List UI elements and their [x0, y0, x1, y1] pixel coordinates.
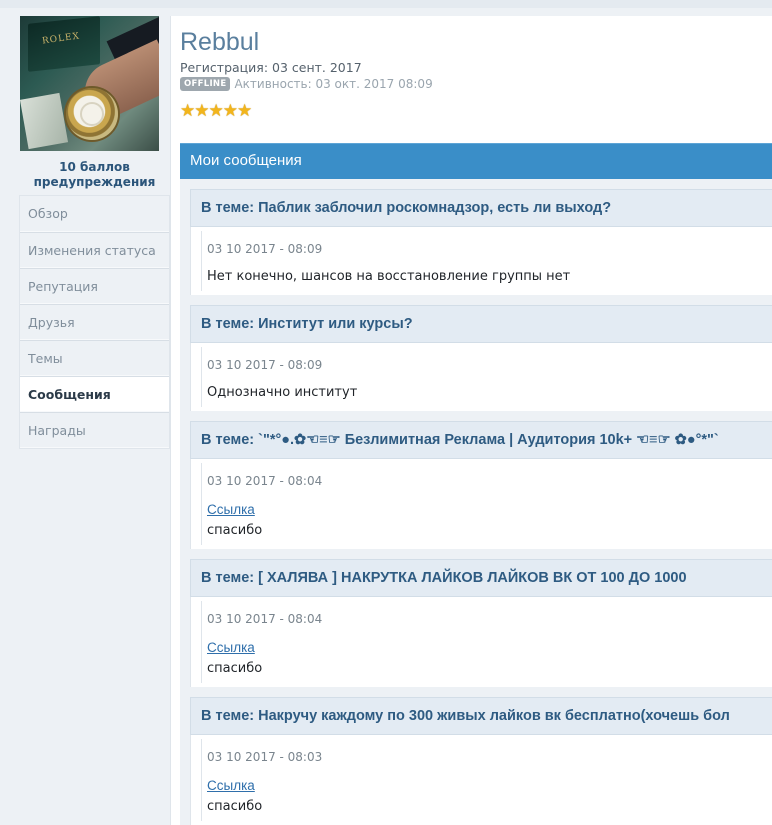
profile-main: Rebbul Регистрация: 03 сент. 2017 OFFLIN… — [170, 16, 772, 825]
activity-line: OFFLINE Активность: 03 окт. 2017 08:09 — [180, 77, 433, 91]
sidebar-item-awards[interactable]: Награды — [20, 412, 169, 448]
post-text: Однозначно институт — [207, 385, 358, 400]
registration-date: Регистрация: 03 сент. 2017 — [180, 60, 362, 75]
post-body: 03 10 2017 - 08:09 Нет конечно, шансов н… — [190, 227, 772, 295]
profile-sidebar: ROLEX 10 баллов предупреждения Обзор Изм… — [19, 16, 170, 449]
post-text: Нет конечно, шансов на восстановление гр… — [207, 269, 571, 284]
star-icon: ★ — [222, 101, 238, 121]
post-text: спасибо — [207, 661, 263, 676]
list-item: В теме: [ ХАЛЯВА ] НАКРУТКА ЛАЙКОВ ЛАЙКО… — [190, 559, 772, 687]
post-topic-link[interactable]: В теме: Накручу каждому по 300 живых лай… — [190, 697, 772, 735]
section-title: Мои сообщения — [180, 143, 772, 179]
profile-nav: Обзор Изменения статуса Репутация Друзья… — [19, 195, 170, 449]
post-text: спасибо — [207, 523, 263, 538]
list-item: В теме: Институт или курсы? 03 10 2017 -… — [190, 305, 772, 411]
post-body: 03 10 2017 - 08:03 Ссылка спасибо — [190, 735, 772, 825]
sidebar-item-posts[interactable]: Сообщения — [20, 376, 169, 412]
warning-points[interactable]: 10 баллов предупреждения — [19, 160, 170, 190]
post-topic-link[interactable]: В теме: [ ХАЛЯВА ] НАКРУТКА ЛАЙКОВ ЛАЙКО… — [190, 559, 772, 597]
post-date: 03 10 2017 - 08:09 — [207, 358, 323, 372]
post-topic-link[interactable]: В теме: `"*°●.✿☜≡☞ Безлимитная Реклама |… — [190, 421, 772, 459]
star-icon: ★ — [208, 101, 224, 121]
post-link[interactable]: Ссылка — [207, 500, 772, 519]
page-top-strip — [0, 0, 772, 8]
post-topic-link[interactable]: В теме: Паблик заблочил роскомнадзор, ес… — [190, 189, 772, 227]
sidebar-item-status-updates[interactable]: Изменения статуса — [20, 232, 169, 268]
list-item: В теме: `"*°●.✿☜≡☞ Безлимитная Реклама |… — [190, 421, 772, 549]
post-text: спасибо — [207, 799, 263, 814]
post-body: 03 10 2017 - 08:04 Ссылка спасибо — [190, 459, 772, 549]
sidebar-item-topics[interactable]: Темы — [20, 340, 169, 376]
star-icon: ★ — [180, 101, 196, 121]
avatar-watch-dial — [80, 102, 104, 126]
post-link[interactable]: Ссылка — [207, 776, 772, 795]
list-item: В теме: Накручу каждому по 300 живых лай… — [190, 697, 772, 825]
post-date: 03 10 2017 - 08:04 — [207, 612, 323, 626]
post-body: 03 10 2017 - 08:04 Ссылка спасибо — [190, 597, 772, 687]
post-body: 03 10 2017 - 08:09 Однозначно институт — [190, 343, 772, 411]
post-topic-link[interactable]: В теме: Институт или курсы? — [190, 305, 772, 343]
post-date: 03 10 2017 - 08:03 — [207, 750, 323, 764]
messages-list: В теме: Паблик заблочил роскомнадзор, ес… — [180, 179, 772, 825]
star-icon: ★ — [237, 101, 253, 121]
sidebar-item-overview[interactable]: Обзор — [20, 196, 169, 232]
sidebar-item-friends[interactable]: Друзья — [20, 304, 169, 340]
sidebar-item-reputation[interactable]: Репутация — [20, 268, 169, 304]
avatar-paper — [20, 92, 69, 150]
avatar[interactable]: ROLEX — [20, 16, 159, 151]
avatar-watch-box — [28, 16, 100, 72]
list-item: В теме: Паблик заблочил роскомнадзор, ес… — [190, 189, 772, 295]
post-date: 03 10 2017 - 08:09 — [207, 242, 323, 256]
profile-username: Rebbul — [180, 28, 260, 56]
last-activity: Активность: 03 окт. 2017 08:09 — [234, 77, 433, 91]
post-date: 03 10 2017 - 08:04 — [207, 474, 323, 488]
post-link[interactable]: Ссылка — [207, 638, 772, 657]
rating-stars: ★ ★ ★ ★ ★ — [180, 101, 253, 121]
status-badge: OFFLINE — [180, 77, 231, 91]
star-icon: ★ — [194, 101, 210, 121]
